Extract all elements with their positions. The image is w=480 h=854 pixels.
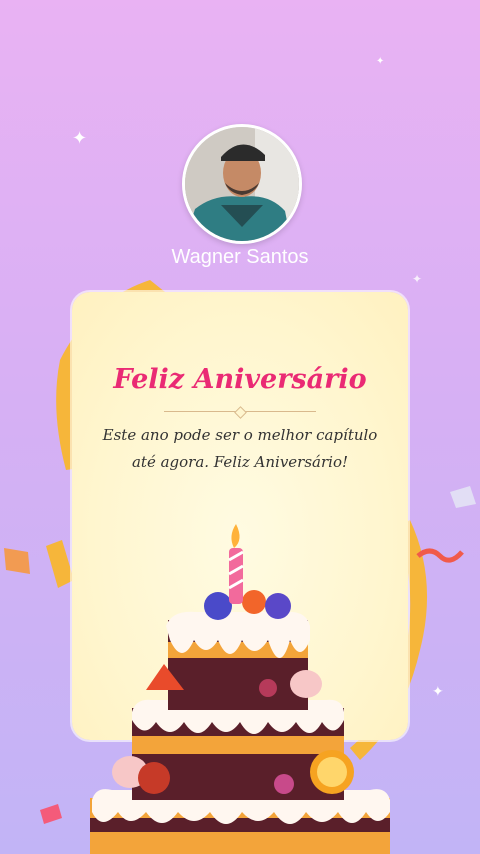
birthday-cake-icon — [90, 524, 390, 854]
candle-icon — [231, 524, 240, 548]
